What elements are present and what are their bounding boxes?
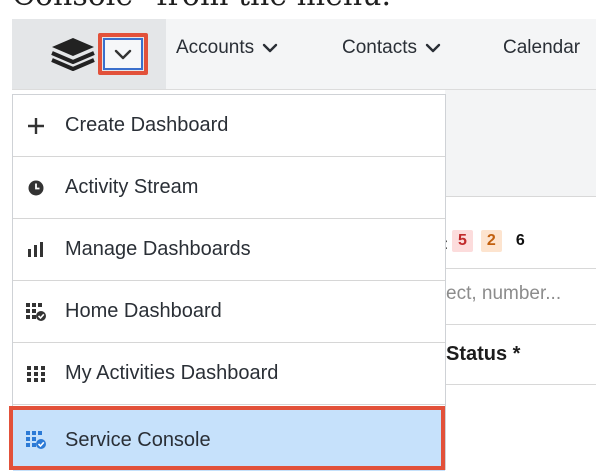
column-header-status[interactable]: Status * [446, 343, 520, 366]
top-navigation-bar: Accounts Contacts Calendar [12, 19, 596, 90]
menu-item-my-activities-dashboard[interactable]: My Activities Dashboard [13, 343, 445, 405]
page-header-area [445, 90, 596, 196]
menu-item-activity-stream[interactable]: Activity Stream [13, 157, 445, 219]
bar-chart-icon [23, 240, 49, 260]
menu-item-label: Activity Stream [65, 176, 199, 198]
menu-item-home-dashboard[interactable]: Home Dashboard [13, 281, 445, 343]
selection-highlight-box [9, 406, 445, 470]
divider [445, 384, 596, 385]
count-badge-white[interactable]: 6 [509, 230, 531, 252]
nav-accounts[interactable]: Accounts [176, 37, 278, 59]
nav-calendar-label: Calendar [503, 37, 581, 58]
menu-item-create-dashboard[interactable]: Create Dashboard [13, 95, 445, 157]
menu-item-label: Create Dashboard [65, 114, 229, 136]
nav-contacts[interactable]: Contacts [342, 37, 441, 59]
search-input[interactable]: ect, number... [446, 283, 561, 305]
plus-icon [23, 116, 49, 136]
menu-item-manage-dashboards[interactable]: Manage Dashboards [13, 219, 445, 281]
divider [445, 196, 596, 197]
nav-calendar[interactable]: Calendar [503, 37, 580, 59]
logo-dropdown-toggle[interactable] [103, 38, 143, 70]
menu-item-label: Manage Dashboards [65, 238, 251, 260]
divider [445, 324, 596, 325]
nav-contacts-label: Contacts [342, 37, 417, 58]
divider [445, 268, 596, 269]
dashboard-check-icon [23, 302, 49, 322]
chevron-down-icon [425, 43, 441, 53]
clock-icon [23, 178, 49, 198]
chevron-down-icon [114, 49, 132, 59]
menu-item-label: My Activities Dashboard [65, 362, 279, 384]
nav-accounts-label: Accounts [176, 37, 255, 58]
layers-logo-icon [51, 38, 95, 71]
count-badge-orange[interactable]: 2 [480, 230, 502, 252]
chevron-down-icon [262, 43, 278, 53]
status-badges: 5 2 6 [452, 230, 531, 252]
menu-item-label: Home Dashboard [65, 300, 222, 322]
count-badge-red[interactable]: 5 [452, 230, 473, 252]
caption-text: Console" from the menu. [12, 0, 391, 13]
grid-icon [23, 364, 49, 384]
